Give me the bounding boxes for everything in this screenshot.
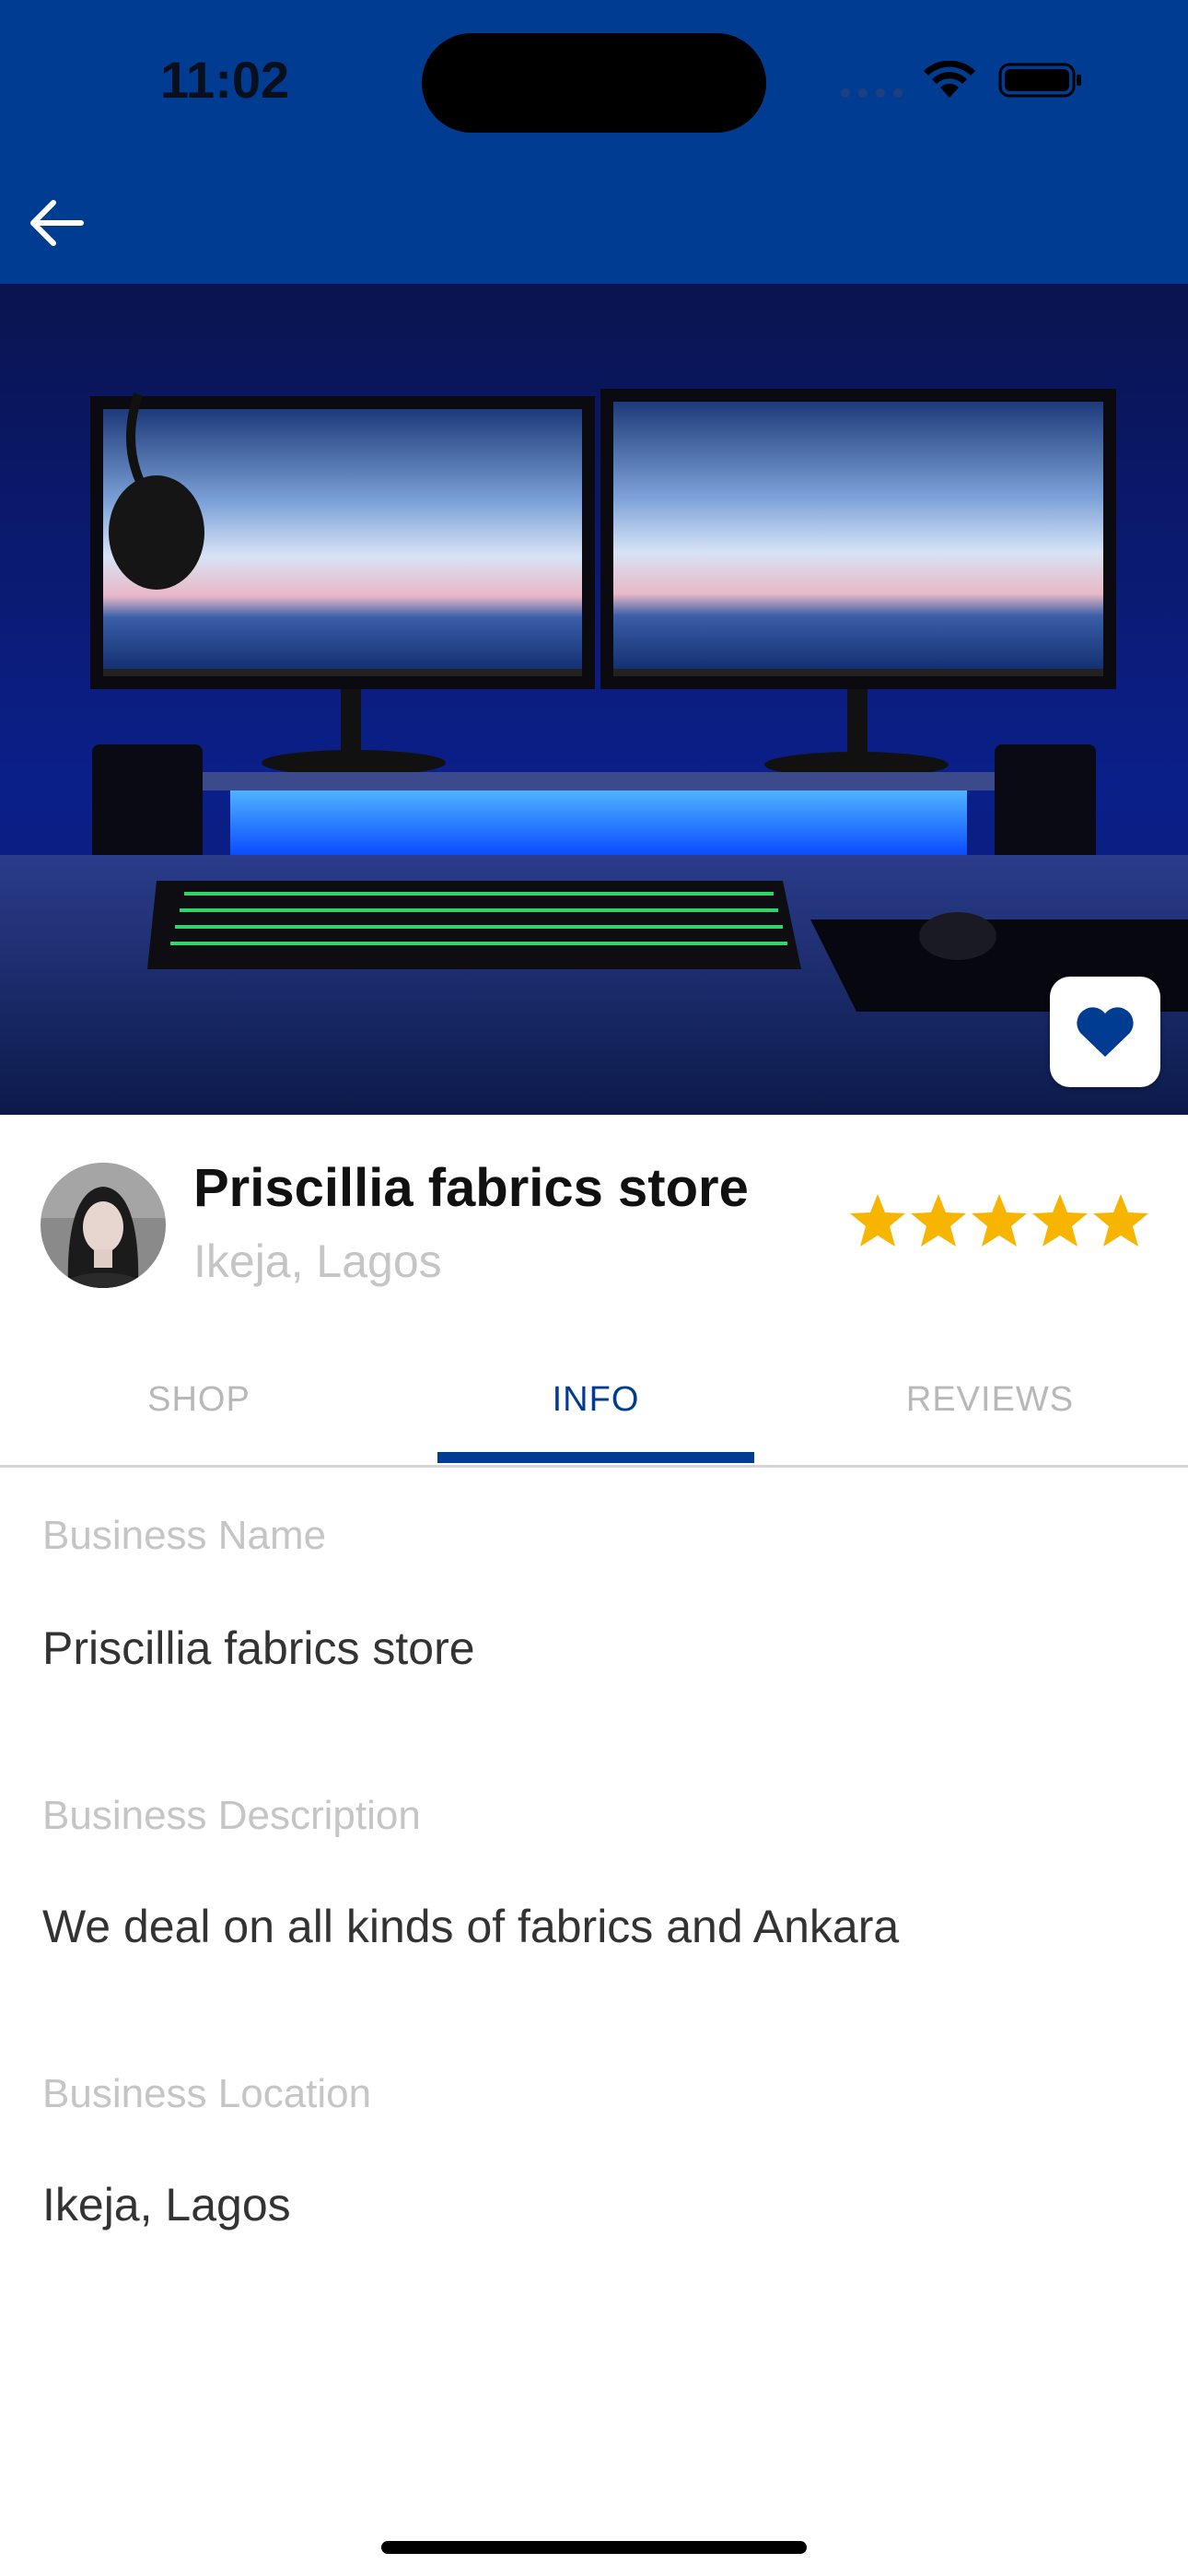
business-name-label: Business Name [42, 1513, 327, 1558]
cellular-signal-icon [841, 88, 903, 98]
status-time: 11:02 [160, 51, 290, 109]
business-location-value: Ikeja, Lagos [42, 2179, 291, 2231]
tab-reviews[interactable]: REVIEWS [792, 1380, 1188, 1420]
star-icon [1032, 1194, 1088, 1247]
rating-stars [850, 1194, 1148, 1247]
heart-icon [1077, 1007, 1134, 1057]
business-name-value: Priscillia fabrics store [42, 1622, 475, 1674]
store-cover-image [0, 284, 1188, 1115]
home-indicator[interactable] [381, 2541, 807, 2554]
store-tabs: SHOP INFO REVIEWS [0, 1345, 1188, 1465]
dynamic-island [422, 33, 766, 133]
store-name: Priscillia fabrics store [193, 1158, 749, 1218]
tabs-divider [0, 1465, 1188, 1468]
arrow-left-icon [30, 200, 84, 246]
star-icon [972, 1194, 1027, 1247]
favorite-button[interactable] [1050, 977, 1160, 1087]
battery-icon [998, 63, 1081, 98]
star-icon [911, 1194, 966, 1247]
store-owner-avatar [41, 1163, 166, 1288]
business-location-label: Business Location [42, 2071, 372, 2116]
business-description-label: Business Description [42, 1793, 421, 1838]
business-description-value: We deal on all kinds of fabrics and Anka… [42, 1901, 900, 1952]
star-icon [850, 1194, 905, 1247]
tab-info[interactable]: INFO [437, 1380, 754, 1420]
back-button[interactable] [22, 190, 88, 256]
app-header: 11:02 [0, 0, 1188, 284]
tab-shop[interactable]: SHOP [0, 1380, 398, 1420]
star-icon [1093, 1194, 1148, 1247]
active-tab-indicator [437, 1452, 754, 1463]
wifi-icon [924, 61, 975, 98]
store-location: Ikeja, Lagos [193, 1235, 442, 1287]
